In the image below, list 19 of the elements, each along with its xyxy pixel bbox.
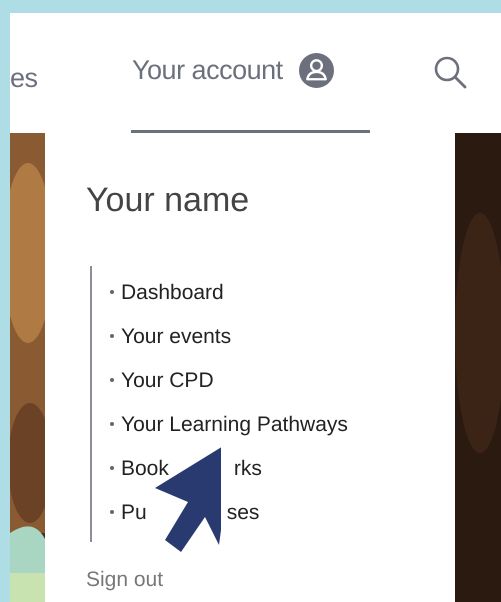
bullet-icon [110,378,114,382]
menu-link[interactable]: Your events [121,326,232,346]
search-icon[interactable] [432,54,468,90]
menu-link[interactable]: Book [121,458,169,478]
menu-link[interactable]: ses [226,502,260,522]
menu-link[interactable]: Your CPD [121,370,214,390]
bullet-icon [110,422,114,426]
sign-out-link[interactable]: Sign out [86,568,164,592]
bullet-icon [110,466,114,470]
nav-link[interactable]: es [10,13,100,133]
user-name: Your name [86,181,250,220]
menu-link[interactable]: Dashboard [121,282,224,302]
menu-link[interactable]: rks [234,458,262,478]
user-icon [298,53,334,88]
bullet-icon [110,510,114,514]
bullet-icon [110,334,114,338]
menu-link[interactable]: Your Learning Pathways [121,414,348,434]
menu-link[interactable]: Pu [121,502,147,522]
bullet-icon [110,290,114,294]
